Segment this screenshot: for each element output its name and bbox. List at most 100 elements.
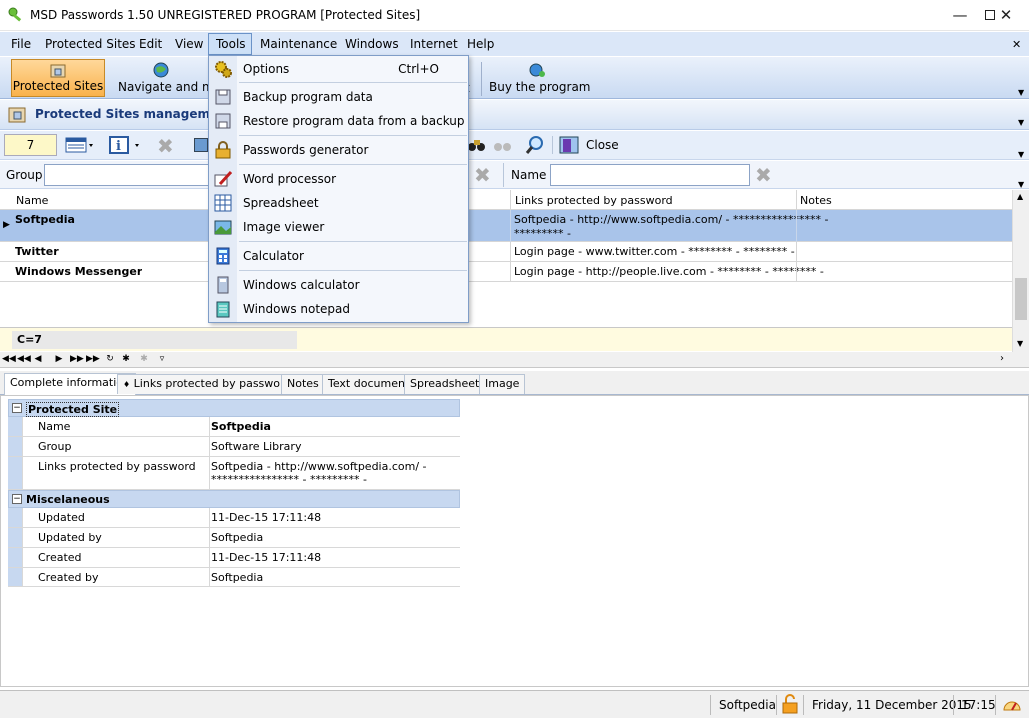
tab-image[interactable]: Image [479, 374, 526, 394]
menu-item-passwords-generator[interactable]: Passwords generator [210, 138, 467, 162]
property-row: Created by Softpedia [8, 568, 460, 587]
menu-item-restore[interactable]: Restore program data from a backup [210, 109, 467, 133]
column-links-header[interactable]: Links protected by password [515, 194, 673, 207]
menu-item-label: Backup program data [243, 90, 373, 104]
close-panel-button[interactable]: Close [559, 136, 621, 154]
property-row: Updated 11-Dec-15 17:11:48 [8, 508, 460, 528]
menu-item-calculator[interactable]: Calculator [210, 244, 467, 268]
tab-spreadsheet[interactable]: Spreadsheet [404, 374, 486, 394]
toolbar-divider [481, 62, 482, 96]
menu-view[interactable]: View [175, 37, 203, 51]
property-label: Group [38, 440, 72, 453]
menu-tools[interactable]: Tools [216, 37, 246, 51]
grid-vertical-scrollbar[interactable]: ▲ ▼ [1012, 190, 1029, 352]
insert-icon[interactable]: ✱ [120, 353, 132, 366]
column-notes-header[interactable]: Notes [800, 194, 832, 207]
property-value: Software Library [211, 440, 302, 453]
filter-icon[interactable]: ▿ [156, 353, 168, 366]
menu-item-windows-notepad[interactable]: Windows notepad [210, 297, 467, 321]
next-record-icon[interactable]: ▶ [53, 353, 65, 366]
column-name-header[interactable]: Name [16, 194, 48, 207]
tab-text-document[interactable]: Text document [322, 374, 416, 394]
binoculars-icon[interactable] [467, 137, 487, 153]
name-filter-input[interactable] [550, 164, 750, 186]
menu-item-label: Spreadsheet [243, 196, 319, 210]
toolbar-overflow-icon[interactable]: ▼ [1018, 88, 1024, 97]
subtoolbar-overflow-icon[interactable]: ▼ [1018, 150, 1024, 159]
collapse-icon[interactable]: − [12, 494, 22, 504]
protected-sites-button[interactable]: Protected Sites [11, 59, 105, 97]
menu-item-shortcut: Ctrl+O [398, 62, 439, 76]
computer-icon[interactable] [194, 138, 208, 152]
menu-internet[interactable]: Internet [410, 37, 458, 51]
record-navigator: ◀◀ ◀◀ ◀ ▶ ▶▶ ▶▶ ↻ ✱ ✱ ▿ › [0, 352, 1029, 368]
menu-edit[interactable]: Edit [139, 37, 162, 51]
close-panel-label: Close [586, 138, 619, 152]
scroll-thumb[interactable] [1015, 278, 1027, 320]
last-page-icon[interactable]: ▶▶ [86, 353, 100, 366]
property-label: Links protected by password [38, 460, 196, 473]
prev-record-icon[interactable]: ◀ [32, 353, 44, 366]
scroll-right-icon[interactable]: › [1000, 353, 1004, 364]
collapse-icon[interactable]: − [12, 403, 22, 413]
prev-page-icon[interactable]: ◀◀ [17, 353, 31, 366]
section-miscelaneous[interactable]: − Miscelaneous [8, 490, 460, 508]
menu-windows[interactable]: Windows [345, 37, 399, 51]
grid-footer: C=7 [0, 327, 1012, 351]
record-count: 7 [4, 134, 57, 156]
magnifier-icon[interactable] [525, 135, 545, 155]
menu-file[interactable]: File [11, 37, 31, 51]
menu-item-spreadsheet[interactable]: Spreadsheet [210, 191, 467, 215]
first-page-icon[interactable]: ◀◀ [2, 353, 16, 366]
binoculars-disabled-icon [492, 137, 516, 153]
app-key-icon [8, 7, 22, 22]
clear-name-filter-icon[interactable]: ✖ [755, 163, 772, 187]
refresh-icon[interactable]: ↻ [104, 353, 116, 366]
menu-item-options[interactable]: Options Ctrl+O [210, 57, 467, 81]
menu-item-word-processor[interactable]: Word processor [210, 167, 467, 191]
windows-calculator-icon [217, 276, 229, 294]
property-label: Created [38, 551, 82, 564]
group-filter-input[interactable] [44, 164, 210, 186]
menu-item-image-viewer[interactable]: Image viewer [210, 215, 467, 239]
maximize-button[interactable] [935, 0, 995, 31]
info-icon: i [109, 136, 139, 154]
status-time: 17:15 [961, 698, 996, 712]
table-row[interactable]: ▶ Softpedia Softpedia - http://www.softp… [0, 210, 1012, 242]
lock-open-icon[interactable] [782, 694, 798, 714]
buy-program-button[interactable]: Buy the program [489, 59, 590, 97]
delete-icon[interactable]: ✖ [157, 134, 174, 158]
info-button[interactable]: i [108, 136, 144, 154]
protected-sites-icon [50, 64, 66, 78]
tab-links[interactable]: ♦ Links protected by password [117, 374, 298, 394]
view-mode-button[interactable] [64, 136, 96, 154]
menu-maintenance[interactable]: Maintenance [260, 37, 337, 51]
property-value-2: **************** - ********* - [211, 473, 367, 486]
group-filter-label: Group [6, 168, 43, 182]
section-protected-site[interactable]: − Protected Site [8, 399, 460, 417]
menu-item-label: Word processor [243, 172, 337, 186]
globe-cart-icon [529, 63, 545, 77]
property-value: 11-Dec-15 17:11:48 [211, 551, 322, 564]
scroll-up-icon[interactable]: ▲ [1017, 192, 1023, 201]
clear-links-filter-icon[interactable]: ✖ [474, 163, 491, 187]
gears-icon [215, 61, 232, 78]
menu-help[interactable]: Help [467, 37, 494, 51]
scroll-down-icon[interactable]: ▼ [1017, 339, 1023, 348]
status-bar: Softpedia Friday, 11 December 2015 17:15 [0, 690, 1029, 718]
filter-overflow-icon[interactable]: ▼ [1018, 180, 1024, 189]
menu-item-windows-calculator[interactable]: Windows calculator [210, 273, 467, 297]
navigate-button[interactable]: Navigate and mi [114, 59, 208, 97]
panel-overflow-icon[interactable]: ▼ [1018, 118, 1024, 127]
close-window-button[interactable]: ✕ [983, 0, 1029, 31]
menu-item-label: Windows notepad [243, 302, 351, 316]
table-row[interactable]: Twitter Login page - www.twitter.com - *… [0, 242, 1012, 262]
menu-protected-sites[interactable]: Protected Sites [45, 37, 136, 51]
next-page-icon[interactable]: ▶▶ [70, 353, 84, 366]
menu-item-backup[interactable]: Backup program data [210, 85, 467, 109]
protected-sites-label: Protected Sites [12, 79, 104, 93]
mdi-close-icon[interactable]: ✕ [1012, 38, 1021, 51]
table-row[interactable]: Windows Messenger Login page - http://pe… [0, 262, 1012, 282]
tab-notes[interactable]: Notes [281, 374, 325, 394]
gauge-icon[interactable] [1002, 696, 1022, 712]
